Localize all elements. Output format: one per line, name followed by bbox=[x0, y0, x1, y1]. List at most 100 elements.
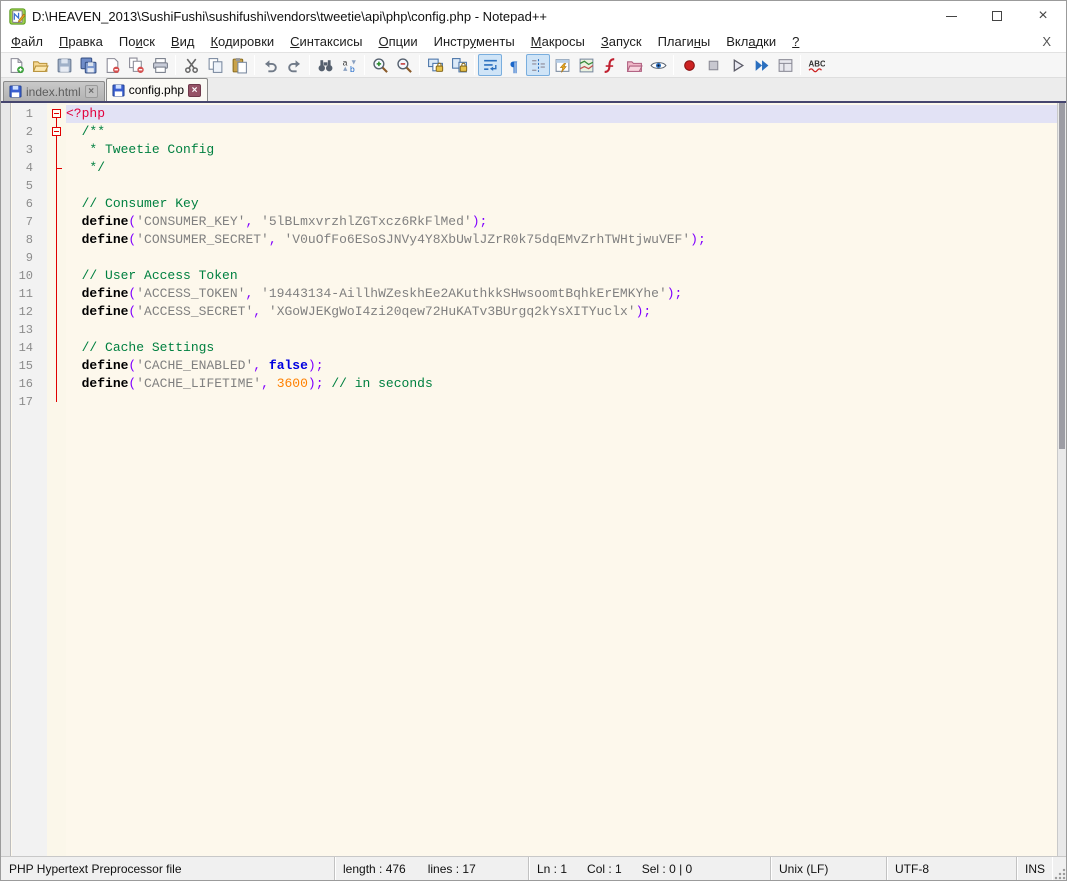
find-button[interactable] bbox=[313, 54, 337, 76]
menu-item-9[interactable]: Запуск bbox=[593, 32, 650, 51]
code-text[interactable]: define('CACHE_LIFETIME', 3600); // in se… bbox=[66, 375, 1057, 393]
code-text[interactable] bbox=[66, 177, 1057, 195]
run-macro-multiple-button[interactable] bbox=[749, 54, 773, 76]
toolbar-separator bbox=[673, 55, 674, 75]
code-line-15: 15 define('CACHE_ENABLED', false); bbox=[1, 357, 1057, 375]
tab-label: index.html bbox=[26, 85, 81, 99]
open-file-button[interactable] bbox=[28, 54, 52, 76]
line-number: 16 bbox=[1, 375, 47, 393]
close-all-button[interactable] bbox=[124, 54, 148, 76]
maximize-button[interactable] bbox=[974, 1, 1020, 31]
code-text[interactable]: */ bbox=[66, 159, 1057, 177]
code-text[interactable]: <?php bbox=[66, 105, 1057, 123]
menu-item-12[interactable]: ? bbox=[784, 32, 807, 51]
vertical-scrollbar[interactable] bbox=[1057, 103, 1066, 856]
line-number: 8 bbox=[1, 231, 47, 249]
code-text[interactable] bbox=[66, 393, 1057, 411]
copy-button[interactable] bbox=[203, 54, 227, 76]
toolbar-separator bbox=[419, 55, 420, 75]
menu-item-1[interactable]: Правка bbox=[51, 32, 111, 51]
save-all-button[interactable] bbox=[76, 54, 100, 76]
editor[interactable]: 1<?php2 /**3 * Tweetie Config4 */56 // C… bbox=[1, 103, 1066, 856]
scrollbar-thumb[interactable] bbox=[1059, 103, 1065, 449]
menu-item-10[interactable]: Плагины bbox=[650, 32, 719, 51]
code-text[interactable]: define('CACHE_ENABLED', false); bbox=[66, 357, 1057, 375]
code-text[interactable]: define('ACCESS_TOKEN', '19443134-AillhWZ… bbox=[66, 285, 1057, 303]
save-macro-button[interactable] bbox=[773, 54, 797, 76]
cut-button[interactable] bbox=[179, 54, 203, 76]
status-encoding[interactable]: UTF-8 bbox=[887, 857, 1017, 880]
undo-button[interactable] bbox=[258, 54, 282, 76]
code-text[interactable] bbox=[66, 321, 1057, 339]
code-text[interactable]: // Consumer Key bbox=[66, 195, 1057, 213]
svg-text:b: b bbox=[350, 63, 355, 73]
menu-item-8[interactable]: Макросы bbox=[523, 32, 593, 51]
close-document-button[interactable]: X bbox=[1037, 33, 1056, 50]
paste-button[interactable] bbox=[227, 54, 251, 76]
menu-item-3[interactable]: Вид bbox=[163, 32, 203, 51]
tab-config.php[interactable]: config.php× bbox=[106, 78, 208, 101]
function-completion-button[interactable] bbox=[550, 54, 574, 76]
menu-item-0[interactable]: Файл bbox=[3, 32, 51, 51]
document-map-button[interactable] bbox=[574, 54, 598, 76]
resize-grip[interactable] bbox=[1053, 867, 1066, 880]
spell-check-button[interactable]: ABC bbox=[804, 54, 828, 76]
redo-button[interactable] bbox=[282, 54, 306, 76]
close-icon: × bbox=[1038, 8, 1047, 24]
tab-close-icon[interactable]: × bbox=[85, 85, 98, 98]
toolbar-separator bbox=[254, 55, 255, 75]
folder-as-workspace-button[interactable] bbox=[622, 54, 646, 76]
word-wrap-button[interactable] bbox=[478, 54, 502, 76]
line-number: 5 bbox=[1, 177, 47, 195]
code-line-11: 11 define('ACCESS_TOKEN', '19443134-Aill… bbox=[1, 285, 1057, 303]
code-text[interactable]: define('CONSUMER_KEY', '5lBLmxvrzhlZGTxc… bbox=[66, 213, 1057, 231]
monitor-button[interactable] bbox=[646, 54, 670, 76]
tab-close-icon[interactable]: × bbox=[188, 84, 201, 97]
code-text[interactable]: * Tweetie Config bbox=[66, 141, 1057, 159]
code-text[interactable]: // User Access Token bbox=[66, 267, 1057, 285]
sync-vertical-button[interactable] bbox=[423, 54, 447, 76]
selection-label: Sel : 0 | 0 bbox=[642, 862, 692, 876]
code-line-4: 4 */ bbox=[1, 159, 1057, 177]
menu-item-6[interactable]: Опции bbox=[370, 32, 425, 51]
sync-horizontal-button[interactable] bbox=[447, 54, 471, 76]
menu-item-2[interactable]: Поиск bbox=[111, 32, 163, 51]
menu-item-7[interactable]: Инструменты bbox=[426, 32, 523, 51]
code-text[interactable]: /** bbox=[66, 123, 1057, 141]
close-button[interactable]: × bbox=[1020, 1, 1066, 31]
zoom-out-button[interactable] bbox=[392, 54, 416, 76]
show-all-characters-button[interactable]: ¶ bbox=[502, 54, 526, 76]
sync-vertical-icon bbox=[427, 57, 444, 74]
indent-guide-button[interactable] bbox=[526, 54, 550, 76]
code-text[interactable]: define('ACCESS_SECRET', 'XGoWJEKgWoI4zi2… bbox=[66, 303, 1057, 321]
copy-icon bbox=[207, 57, 224, 74]
new-file-button[interactable] bbox=[4, 54, 28, 76]
minimize-button[interactable] bbox=[928, 1, 974, 31]
play-macro-button[interactable] bbox=[725, 54, 749, 76]
length-label: length : 476 bbox=[343, 862, 406, 876]
save-button[interactable] bbox=[52, 54, 76, 76]
print-button[interactable] bbox=[148, 54, 172, 76]
menu-item-11[interactable]: Вкладки bbox=[718, 32, 784, 51]
status-eol-format[interactable]: Unix (LF) bbox=[771, 857, 887, 880]
line-number: 12 bbox=[1, 303, 47, 321]
fold-collapse-icon[interactable] bbox=[47, 123, 66, 141]
redo-icon bbox=[286, 57, 303, 74]
code-text[interactable]: define('CONSUMER_SECRET', 'V0uOfFo6ESoSJ… bbox=[66, 231, 1057, 249]
menu-item-4[interactable]: Кодировки bbox=[202, 32, 282, 51]
status-insert-mode[interactable]: INS bbox=[1017, 857, 1052, 880]
record-macro-button[interactable] bbox=[677, 54, 701, 76]
close-file-button[interactable] bbox=[100, 54, 124, 76]
code-line-7: 7 define('CONSUMER_KEY', '5lBLmxvrzhlZGT… bbox=[1, 213, 1057, 231]
code-text[interactable] bbox=[66, 249, 1057, 267]
line-number: 17 bbox=[1, 393, 47, 411]
menu-item-5[interactable]: Синтаксисы bbox=[282, 32, 370, 51]
run-script-button[interactable] bbox=[598, 54, 622, 76]
code-text[interactable]: // Cache Settings bbox=[66, 339, 1057, 357]
replace-button[interactable]: ab bbox=[337, 54, 361, 76]
zoom-in-button[interactable] bbox=[368, 54, 392, 76]
tab-index.html[interactable]: index.html × bbox=[3, 81, 105, 101]
fold-collapse-icon[interactable] bbox=[47, 105, 66, 123]
window-title: D:\HEAVEN_2013\SushiFushi\sushifushi\ven… bbox=[32, 9, 547, 24]
stop-macro-button[interactable] bbox=[701, 54, 725, 76]
